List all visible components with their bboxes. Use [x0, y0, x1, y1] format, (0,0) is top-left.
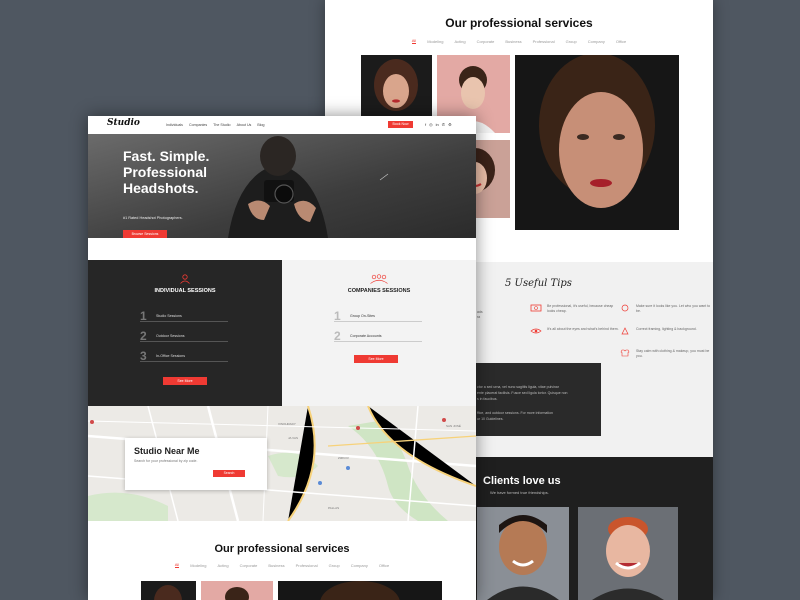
individual-sessions-title: INDIVIDUAL SESSIONS — [154, 288, 216, 294]
filter-company[interactable]: Company — [588, 39, 605, 44]
nav-item-blog[interactable]: Blog — [257, 123, 264, 127]
phone-icon[interactable]: ✆ — [442, 122, 445, 127]
services-title: Our professional services — [214, 543, 350, 555]
tip-item: It's all about the eyes and what's behin… — [530, 327, 622, 335]
featured-portrait-photo[interactable] — [515, 55, 679, 230]
settings-icon[interactable]: ⚙ — [448, 122, 452, 127]
linkedin-icon[interactable]: in — [436, 122, 439, 127]
nav-item-about-us[interactable]: About Us — [237, 123, 252, 127]
map-label: PALLAS — [328, 506, 340, 510]
info-box: ctor a sed urna, vel nunc sagittis ligul… — [471, 363, 601, 436]
individual-see-more-button[interactable]: See More — [163, 377, 207, 385]
sessions-section: INDIVIDUAL SESSIONS 1 Studio Sessions 2 Ou… — [88, 260, 476, 406]
client-photo[interactable] — [477, 507, 569, 600]
tip-item: Stay calm with clothing & makeup, you mu… — [619, 349, 711, 359]
service-photo[interactable] — [201, 581, 273, 600]
instagram-icon[interactable]: ◎ — [429, 122, 433, 127]
session-item[interactable]: 2 Corporate Accounts — [334, 329, 422, 343]
studio-search-subtitle: Search for your professional by zip code… — [134, 459, 198, 463]
hero-tagline: #1 Rated Headshot Photographers. — [123, 216, 183, 220]
studio-search-card: Studio Near Me Search for your professio… — [125, 438, 267, 490]
nav-item-the-studio[interactable]: The Studio — [213, 123, 230, 127]
nav-item-companies[interactable]: Companies — [189, 123, 207, 127]
session-item[interactable]: 2 Outdoor Sessions — [140, 329, 228, 343]
map-label: VINOHRADY — [278, 422, 296, 426]
tip-item: Make sure it looks like you. Let who you… — [619, 304, 711, 314]
studio-search-button[interactable]: Search — [213, 470, 245, 477]
services-filter-bar: All Modeling Acting Corporate Business P… — [88, 562, 476, 568]
filter-acting[interactable]: Acting — [454, 39, 465, 44]
shirt-icon — [620, 349, 630, 357]
tip-item: Correct framing, lighting & background. — [619, 327, 711, 335]
eye-icon — [530, 328, 542, 334]
services-filter-bar: All Modeling Acting Corporate Business P… — [325, 38, 713, 44]
tip-item: Be professional, it's useful, because ch… — [530, 304, 622, 314]
filter-group[interactable]: Group — [329, 563, 340, 568]
nav-item-individuals[interactable]: Individuals — [166, 123, 183, 127]
studio-map[interactable]: SAN JOSÉ JA VAS ZIZKOV PALLAS VINOHRADY … — [88, 406, 476, 521]
facebook-icon[interactable]: f — [425, 122, 426, 127]
top-navigation: Studio Individuals Companies The Studio … — [88, 116, 476, 134]
lighting-icon — [621, 327, 629, 335]
clients-title: Clients love us — [483, 475, 561, 487]
filter-acting[interactable]: Acting — [217, 563, 228, 568]
book-now-button[interactable]: Book Now — [388, 121, 413, 128]
services-title: Our professional services — [445, 16, 593, 30]
filter-professional[interactable]: Professional — [533, 39, 555, 44]
service-photo[interactable] — [278, 581, 442, 600]
social-links: f ◎ in ✆ ⚙ — [425, 122, 452, 127]
homepage-preview: Studio Individuals Companies The Studio … — [88, 116, 476, 600]
partial-text: ads ra — [477, 310, 483, 319]
map-label: ZIZKOV — [338, 456, 349, 460]
hero-title: Fast. Simple. Professional Headshots. — [123, 148, 210, 196]
tips-title: 5 Useful Tips — [505, 278, 572, 289]
filter-office[interactable]: Office — [616, 39, 626, 44]
session-item[interactable]: 3 In-Office Sessions — [140, 349, 228, 363]
individual-sessions-panel: INDIVIDUAL SESSIONS 1 Studio Sessions 2 Ou… — [88, 260, 282, 406]
client-photo[interactable] — [578, 507, 678, 600]
studio-near-me-title: Studio Near Me — [134, 446, 200, 456]
person-icon — [180, 274, 190, 284]
filter-modeling[interactable]: Modeling — [427, 39, 443, 44]
map-label: SAN JOSÉ — [446, 424, 461, 428]
map-label: JA VAS — [288, 436, 298, 440]
session-item[interactable]: 1 Group On-Sites — [334, 309, 422, 323]
mirror-icon — [621, 304, 629, 312]
money-icon — [530, 304, 542, 312]
clients-subtitle: We have formed true friendships. — [490, 490, 549, 495]
companies-see-more-button[interactable]: See More — [354, 355, 398, 363]
filter-all[interactable]: All — [174, 562, 180, 568]
filter-professional[interactable]: Professional — [296, 563, 318, 568]
filter-company[interactable]: Company — [351, 563, 368, 568]
group-icon — [370, 274, 388, 284]
companies-sessions-panel: COMPANIES SESSIONS 1 Group On-Sites 2 Corp… — [282, 260, 476, 406]
filter-group[interactable]: Group — [566, 39, 577, 44]
filter-office[interactable]: Office — [379, 563, 389, 568]
filter-business[interactable]: Business — [505, 39, 521, 44]
filter-all[interactable]: All — [411, 38, 417, 44]
hero-banner: Fast. Simple. Professional Headshots. #1… — [88, 134, 476, 238]
service-photo[interactable] — [141, 581, 196, 600]
filter-corporate[interactable]: Corporate — [477, 39, 495, 44]
main-menu: Individuals Companies The Studio About U… — [166, 123, 265, 127]
filter-business[interactable]: Business — [268, 563, 284, 568]
filter-modeling[interactable]: Modeling — [190, 563, 206, 568]
browse-sessions-button[interactable]: Browse Sessions — [123, 230, 167, 238]
session-item[interactable]: 1 Studio Sessions — [140, 309, 228, 323]
filter-corporate[interactable]: Corporate — [240, 563, 258, 568]
studio-logo[interactable]: Studio — [107, 118, 140, 128]
companies-sessions-title: COMPANIES SESSIONS — [347, 288, 411, 294]
